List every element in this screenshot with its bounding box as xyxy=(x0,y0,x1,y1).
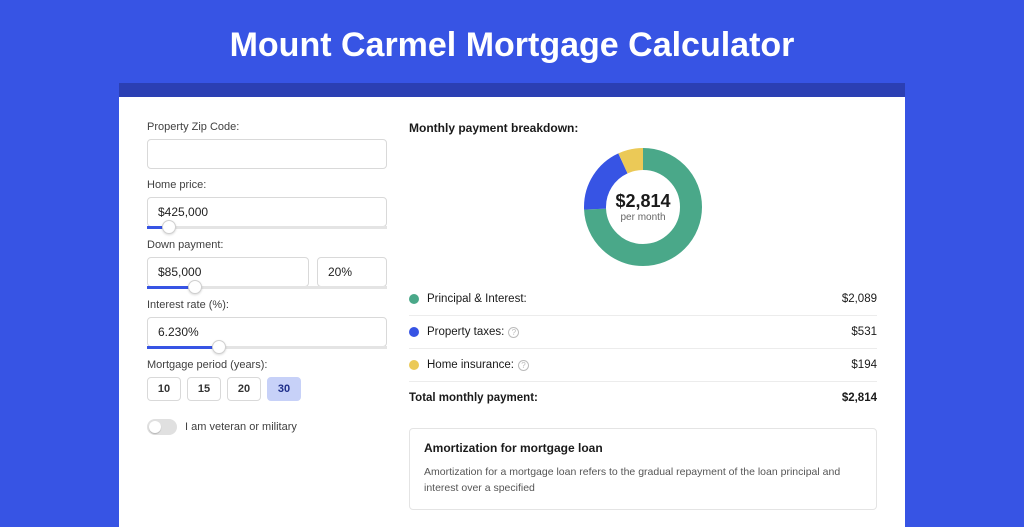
zip-label: Property Zip Code: xyxy=(147,121,387,133)
insurance-info-icon[interactable]: ? xyxy=(518,360,529,371)
breakdown-row-taxes: Property taxes: ? $531 xyxy=(409,316,877,349)
veteran-row: I am veteran or military xyxy=(147,419,387,435)
breakdown-row-principal: Principal & Interest: $2,089 xyxy=(409,283,877,316)
home-price-label: Home price: xyxy=(147,179,387,191)
breakdown-panel: Monthly payment breakdown: $2,814 per mo… xyxy=(409,121,877,527)
taxes-value: $531 xyxy=(851,326,877,338)
header-band xyxy=(119,83,905,97)
taxes-label: Property taxes: ? xyxy=(427,326,851,338)
total-value: $2,814 xyxy=(842,392,877,404)
dot-taxes-icon xyxy=(409,327,419,337)
veteran-toggle[interactable] xyxy=(147,419,177,435)
veteran-label: I am veteran or military xyxy=(185,421,297,433)
taxes-info-icon[interactable]: ? xyxy=(508,327,519,338)
donut-chart: $2,814 per month xyxy=(581,145,705,269)
principal-label: Principal & Interest: xyxy=(427,293,842,305)
period-30-button[interactable]: 30 xyxy=(267,377,301,401)
amortization-body: Amortization for a mortgage loan refers … xyxy=(424,465,862,497)
breakdown-row-total: Total monthly payment: $2,814 xyxy=(409,382,877,414)
period-20-button[interactable]: 20 xyxy=(227,377,261,401)
period-options: 10 15 20 30 xyxy=(147,377,387,401)
down-payment-amount-input[interactable] xyxy=(147,257,309,287)
donut-amount: $2,814 xyxy=(615,191,670,212)
amortization-section: Amortization for mortgage loan Amortizat… xyxy=(409,428,877,510)
insurance-value: $194 xyxy=(851,359,877,371)
down-payment-slider-thumb[interactable] xyxy=(188,280,202,294)
insurance-label: Home insurance: ? xyxy=(427,359,851,371)
amortization-title: Amortization for mortgage loan xyxy=(424,441,862,455)
dot-insurance-icon xyxy=(409,360,419,370)
breakdown-title: Monthly payment breakdown: xyxy=(409,121,877,135)
dot-principal-icon xyxy=(409,294,419,304)
principal-value: $2,089 xyxy=(842,293,877,305)
period-field: Mortgage period (years): 10 15 20 30 xyxy=(147,359,387,401)
down-payment-pct-input[interactable] xyxy=(317,257,387,287)
zip-field: Property Zip Code: xyxy=(147,121,387,169)
down-payment-slider[interactable] xyxy=(147,286,387,289)
down-payment-field: Down payment: xyxy=(147,239,387,289)
period-10-button[interactable]: 10 xyxy=(147,377,181,401)
interest-rate-field: Interest rate (%): xyxy=(147,299,387,349)
period-label: Mortgage period (years): xyxy=(147,359,387,371)
interest-rate-label: Interest rate (%): xyxy=(147,299,387,311)
home-price-input[interactable] xyxy=(147,197,387,227)
calculator-card: Property Zip Code: Home price: Down paym… xyxy=(119,97,905,527)
breakdown-row-insurance: Home insurance: ? $194 xyxy=(409,349,877,382)
form-panel: Property Zip Code: Home price: Down paym… xyxy=(147,121,387,527)
donut-chart-wrap: $2,814 per month xyxy=(409,145,877,269)
interest-rate-slider[interactable] xyxy=(147,346,387,349)
donut-center: $2,814 per month xyxy=(581,145,705,269)
interest-rate-input[interactable] xyxy=(147,317,387,347)
page-title: Mount Carmel Mortgage Calculator xyxy=(0,0,1024,83)
veteran-toggle-knob xyxy=(149,421,161,433)
zip-input[interactable] xyxy=(147,139,387,169)
interest-rate-slider-thumb[interactable] xyxy=(212,340,226,354)
period-15-button[interactable]: 15 xyxy=(187,377,221,401)
home-price-field: Home price: xyxy=(147,179,387,229)
donut-sub: per month xyxy=(620,212,665,223)
home-price-slider-thumb[interactable] xyxy=(162,220,176,234)
down-payment-label: Down payment: xyxy=(147,239,387,251)
home-price-slider[interactable] xyxy=(147,226,387,229)
total-label: Total monthly payment: xyxy=(409,392,842,404)
